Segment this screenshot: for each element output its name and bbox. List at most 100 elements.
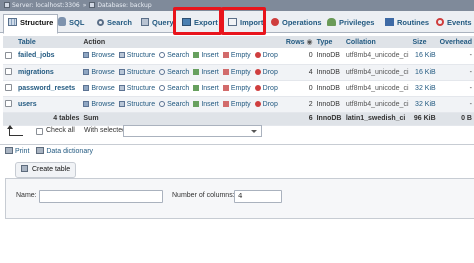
help-icon: ◉: [306, 39, 313, 46]
row-checkbox-cell: [3, 64, 16, 81]
insert-icon: [193, 68, 200, 75]
tab-events-label: Events: [447, 18, 472, 27]
browse-icon: [83, 100, 90, 107]
row-action-browse[interactable]: Browse: [83, 100, 115, 108]
check-all-checkbox[interactable]: [36, 128, 43, 135]
header-type[interactable]: Type: [314, 36, 344, 48]
row-collation: utf8mb4_unicode_ci: [343, 48, 411, 65]
header-size[interactable]: Size: [410, 36, 438, 48]
row-size[interactable]: 32 KiB: [410, 80, 438, 97]
row-checkbox[interactable]: [5, 84, 12, 91]
tab-search-label: Search: [107, 18, 133, 27]
row-action-structure[interactable]: Structure: [118, 52, 155, 59]
header-collation[interactable]: Collation: [343, 36, 411, 48]
row-action-drop[interactable]: Drop: [254, 84, 278, 92]
check-all-label[interactable]: Check all: [46, 127, 75, 134]
tab-routines-label: Routines: [397, 18, 430, 27]
with-selected-dropdown[interactable]: [123, 125, 262, 137]
row-action-browse[interactable]: Browse: [83, 68, 115, 76]
browse-icon: [83, 84, 90, 91]
breadcrumb-server[interactable]: Server: localhost:3306: [12, 2, 80, 9]
row-action-insert[interactable]: Insert: [193, 68, 219, 76]
row-action-drop[interactable]: Drop: [254, 68, 278, 76]
tab-operations[interactable]: Operations: [271, 15, 322, 30]
row-action-empty[interactable]: Empty: [222, 84, 251, 92]
header-overhead[interactable]: Overhead: [437, 36, 474, 48]
row-action-browse[interactable]: Browse: [83, 84, 115, 92]
tab-sql[interactable]: SQL: [58, 15, 84, 30]
row-action-structure[interactable]: Structure: [118, 100, 155, 108]
tab-query[interactable]: Query: [141, 15, 174, 30]
row-type: InnoDB: [314, 80, 344, 97]
tab-routines[interactable]: Routines: [385, 15, 429, 30]
tab-privileges[interactable]: Privileges: [327, 15, 374, 30]
drop-icon: [254, 100, 261, 107]
insert-icon: [193, 84, 200, 91]
columns-count-label: Number of columns:: [172, 192, 235, 199]
table-row: password_resets Browse Structure Search Inse…: [3, 80, 474, 97]
structure-icon: [118, 84, 125, 91]
tab-events[interactable]: Events: [436, 15, 472, 30]
breadcrumb-separator: »: [82, 2, 87, 9]
table-header-row: Table Action Rows ◉ Type Collation Size …: [3, 36, 474, 48]
routines-icon: [385, 18, 394, 26]
table-name-input[interactable]: [39, 190, 163, 203]
drop-icon: [254, 84, 261, 91]
row-action-empty[interactable]: Empty: [222, 52, 251, 59]
row-action-search[interactable]: Search: [159, 100, 189, 108]
arrow-up-icon: [7, 125, 23, 136]
table-row: migrations Browse Structure Search Insert Emp…: [3, 64, 474, 81]
table-row: users Browse Structure Search Insert Empty Dro…: [3, 96, 474, 113]
breadcrumb-database[interactable]: Database: backup: [97, 2, 151, 9]
row-action-drop[interactable]: Drop: [254, 52, 278, 59]
columns-count-input[interactable]: 4: [234, 190, 282, 203]
tab-structure[interactable]: Structure: [3, 14, 59, 34]
structure-icon: [118, 68, 125, 75]
row-action-search[interactable]: Search: [159, 52, 189, 59]
header-action: Action: [81, 36, 284, 48]
row-action-empty[interactable]: Empty: [222, 100, 251, 108]
row-overhead: -: [437, 48, 474, 65]
row-collation: utf8mb4_unicode_ci: [343, 96, 411, 113]
row-action-browse[interactable]: Browse: [83, 52, 115, 59]
search-icon: [97, 19, 104, 26]
row-table-name[interactable]: users: [15, 96, 82, 113]
structure-icon: [118, 100, 125, 107]
row-action-insert[interactable]: Insert: [193, 52, 219, 59]
row-action-search[interactable]: Search: [159, 84, 189, 92]
tab-query-label: Query: [152, 18, 174, 27]
row-table-name[interactable]: migrations: [15, 64, 82, 81]
row-checkbox[interactable]: [5, 68, 12, 75]
row-checkbox[interactable]: [5, 100, 12, 107]
print-link[interactable]: Print: [15, 148, 29, 155]
row-size[interactable]: 16 KiB: [410, 48, 438, 65]
row-actions: Browse Structure Search Insert Empty Drop: [81, 48, 284, 65]
row-action-drop[interactable]: Drop: [254, 100, 278, 108]
row-size[interactable]: 32 KiB: [410, 96, 438, 113]
header-table[interactable]: Table: [15, 36, 82, 48]
row-size[interactable]: 16 KiB: [410, 64, 438, 81]
row-action-search[interactable]: Search: [159, 68, 189, 76]
row-checkbox[interactable]: [5, 51, 12, 59]
events-icon: [436, 18, 444, 26]
row-table-name[interactable]: password_resets: [15, 80, 82, 97]
row-action-insert[interactable]: Insert: [193, 100, 219, 108]
tab-structure-label: Structure: [20, 18, 54, 27]
tab-operations-label: Operations: [282, 18, 322, 27]
operations-icon: [271, 18, 279, 26]
search-icon: [159, 68, 166, 75]
row-rows: 0: [283, 48, 315, 65]
row-collation: utf8mb4_unicode_ci: [343, 80, 411, 97]
header-checkbox-col: [3, 36, 16, 48]
header-rows[interactable]: Rows ◉: [283, 36, 315, 48]
row-action-empty[interactable]: Empty: [222, 68, 251, 76]
row-action-structure[interactable]: Structure: [118, 84, 155, 92]
data-dictionary-icon: [36, 147, 45, 154]
row-table-name[interactable]: failed_jobs: [15, 48, 82, 65]
row-action-structure[interactable]: Structure: [118, 68, 155, 76]
tab-search[interactable]: Search: [97, 15, 132, 30]
data-dictionary-link[interactable]: Data dictionary: [46, 148, 93, 155]
drop-icon: [254, 52, 261, 59]
insert-icon: [193, 52, 200, 59]
row-action-insert[interactable]: Insert: [193, 84, 219, 92]
